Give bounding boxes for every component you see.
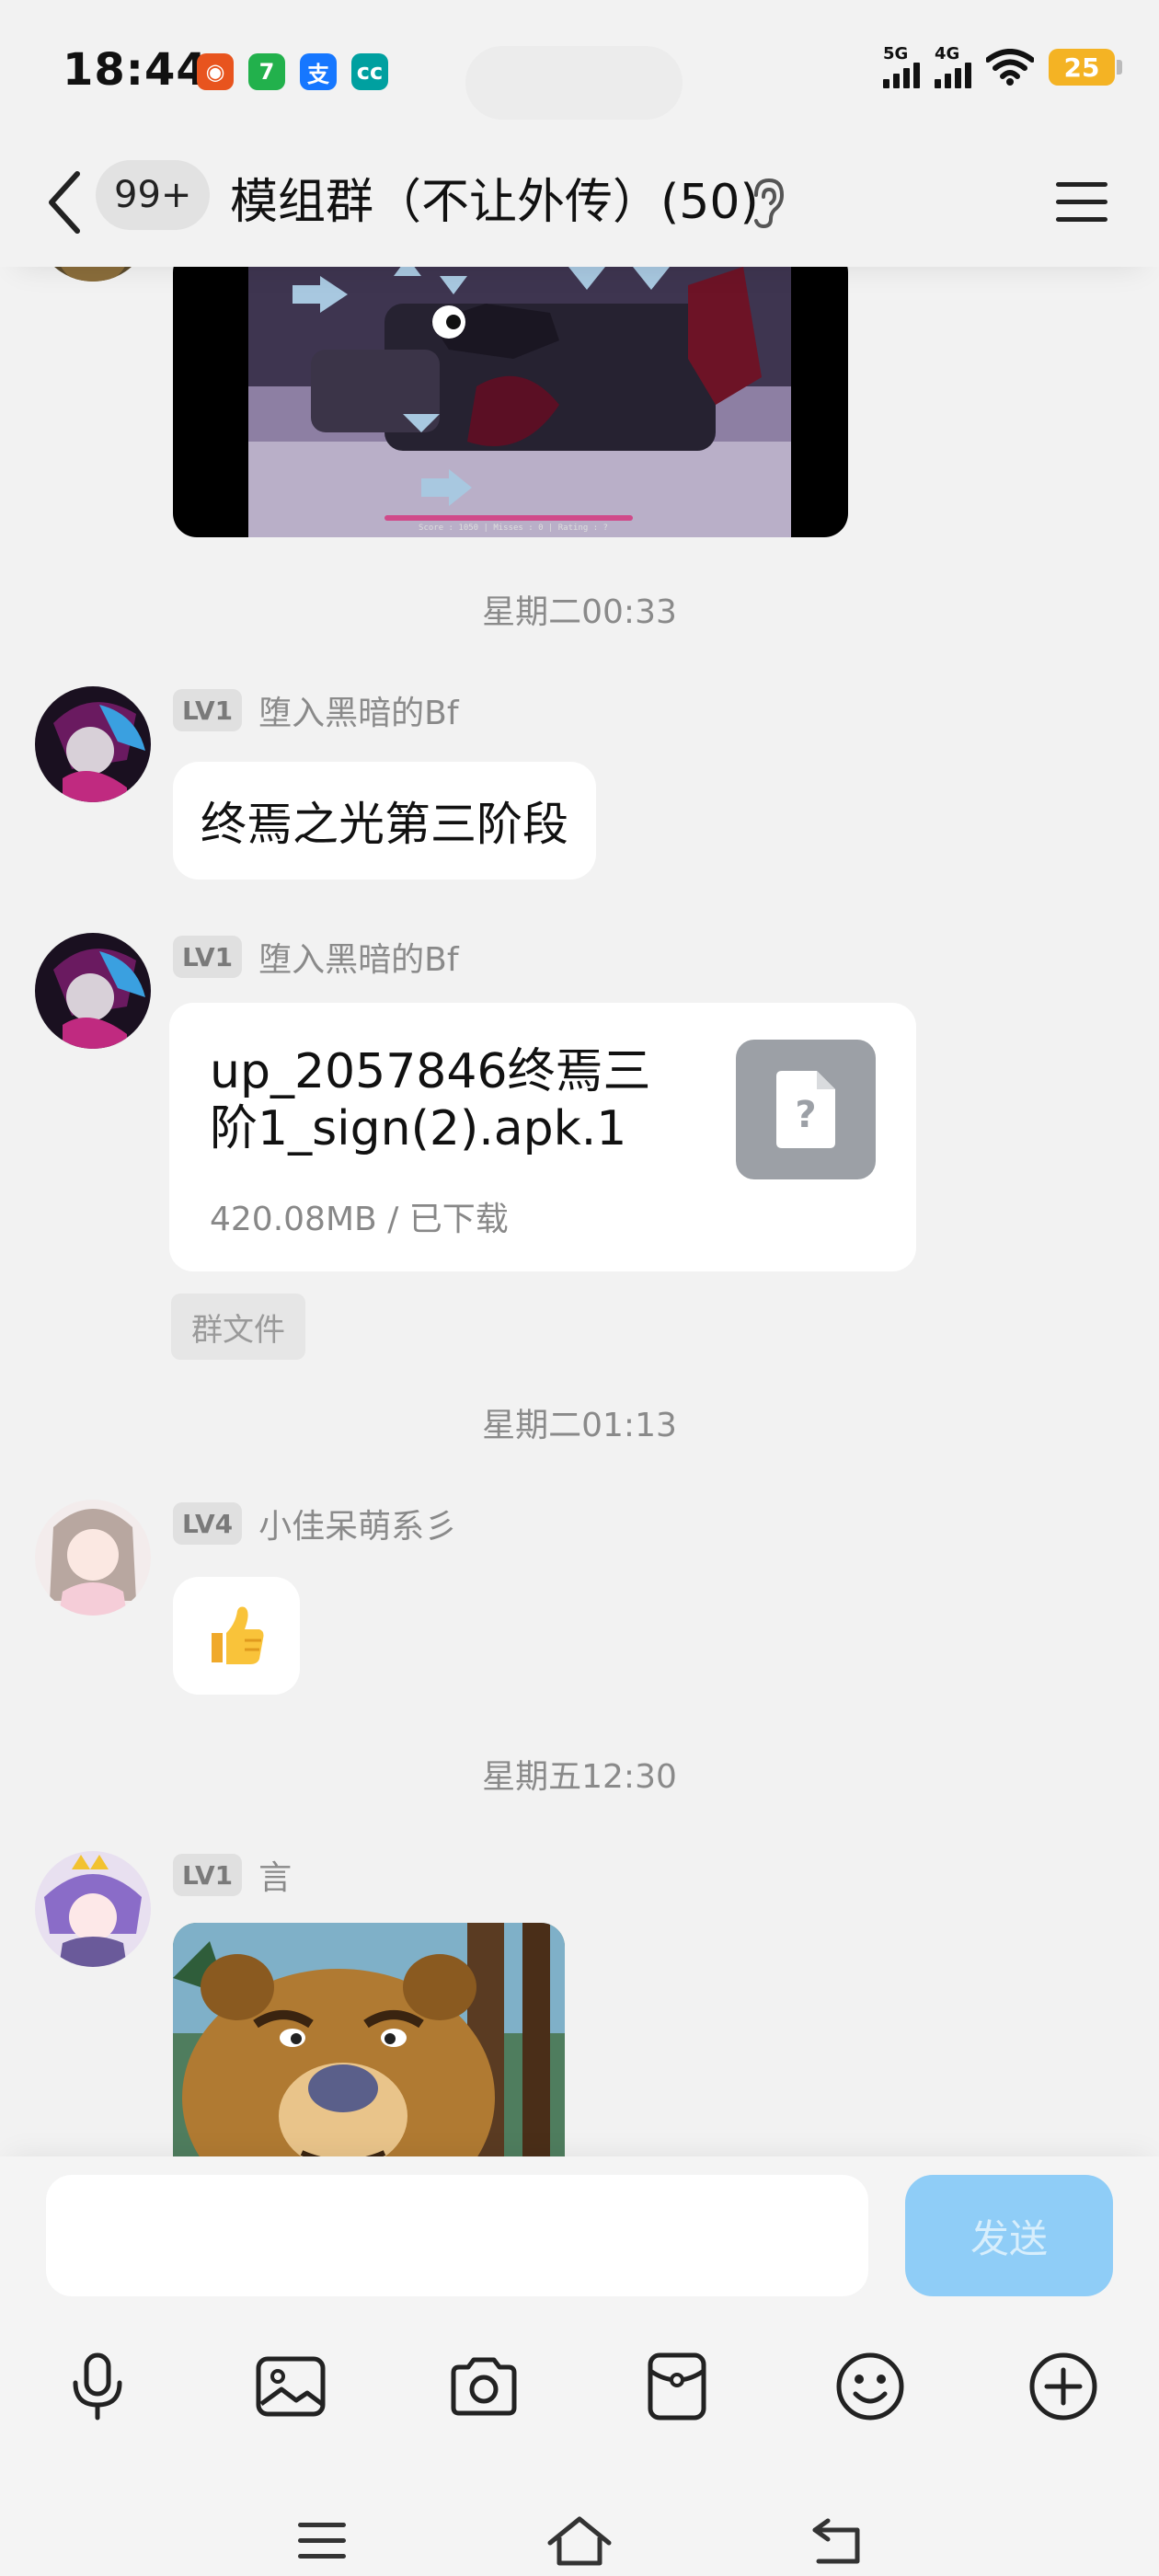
chevron-left-icon [49,171,80,234]
emoji-button[interactable] [824,2340,916,2432]
microphone-icon [73,2352,122,2421]
chat-header: 99+ 模组群（不让外传）(50) [0,138,1159,267]
camera-icon [451,2357,517,2416]
level-badge: LV1 [173,689,243,731]
message-list[interactable]: Score : 1050 | Misses : 0 | Rating : ? 星… [0,267,1159,2156]
battery-level: 25 [1063,52,1100,83]
voice-button[interactable] [52,2340,143,2432]
home-button[interactable] [534,2506,625,2576]
video-hud-text: Score : 1050 | Misses : 0 | Rating : ? [419,523,608,533]
time-separator: 星期二01:13 [482,1407,677,1444]
camera-pill [465,46,683,120]
status-bar: 18:44 ◉ 7 支 cc 5G 4G 25 [0,0,1159,138]
menu-button[interactable] [1045,166,1119,239]
send-button[interactable]: 发送 [905,2175,1113,2296]
back-button[interactable] [37,166,92,239]
message-meta: LV1 堕入黑暗的Bf [173,686,459,734]
image-message[interactable] [173,1923,565,2156]
time-separator: 星期二00:33 [482,593,677,631]
return-arrow-icon [812,2518,860,2564]
emoji-bubble[interactable]: 👍 [173,1577,300,1695]
signal-5g-icon: 5G [883,46,920,88]
red-packet-icon [648,2352,706,2421]
message-input[interactable] [46,2175,868,2296]
sender-name[interactable]: 言 [258,1851,292,1899]
sender-name[interactable]: 堕入黑暗的Bf [258,686,458,734]
clock: 18:44 [63,44,208,96]
text-bubble[interactable]: 终焉之光第三阶段 [173,762,596,880]
level-badge: LV1 [173,1854,243,1896]
recent-apps-button[interactable] [276,2506,368,2576]
cc-app-icon: cc [351,53,388,90]
video-thumbnail[interactable]: Score : 1050 | Misses : 0 | Rating : ? [173,267,848,537]
more-button[interactable] [1017,2340,1109,2432]
wifi-icon [986,49,1034,86]
system-nav-bar [0,2506,1159,2576]
level-badge: LV4 [173,1502,243,1545]
weibo-app-icon: ◉ [197,53,234,90]
game-screenshot-image: Score : 1050 | Misses : 0 | Rating : ? [248,267,791,537]
sender-name[interactable]: 小佳呆萌系彡 [258,1500,457,1547]
plus-circle-icon [1029,2352,1097,2421]
notification-app-icons: ◉ 7 支 cc [197,53,388,90]
group-files-tag[interactable]: 群文件 [171,1294,305,1360]
message-meta: LV4 小佳呆萌系彡 [173,1500,457,1547]
network-4g-label: 4G [935,44,960,63]
app-7-icon: 7 [248,53,285,90]
image-icon [256,2356,326,2417]
file-status: 已下载 [408,1201,509,1238]
unread-count-badge[interactable]: 99+ [96,160,211,230]
group-title[interactable]: 模组群（不让外传）(50) [230,166,759,239]
thumbs-up-icon [212,1606,264,1664]
alipay-app-icon: 支 [300,53,337,90]
battery-icon: 25 [1049,49,1122,86]
unknown-type-glyph: ? [795,1094,817,1136]
avatar[interactable] [35,933,151,1049]
file-size: 420.08MB [210,1201,377,1238]
smiley-icon [836,2352,904,2421]
time-separator: 星期五12:30 [482,1758,677,1796]
file-meta-separator: / [387,1201,409,1238]
sender-name[interactable]: 堕入黑暗的Bf [258,933,458,981]
signal-4g-icon: 4G [935,46,971,88]
avatar[interactable] [35,686,151,802]
gallery-button[interactable] [245,2340,337,2432]
avatar[interactable] [35,1500,151,1616]
system-icons: 5G 4G 25 [883,46,1122,88]
ear-icon[interactable] [747,175,787,230]
home-icon [547,2516,612,2566]
unknown-file-icon: ? [736,1040,876,1179]
back-nav-button[interactable] [791,2506,883,2576]
file-message-card[interactable]: up_2057846终焉三阶1_sign(2).apk.1 420.08MB /… [169,1003,916,1271]
camera-button[interactable] [438,2340,530,2432]
menu-lines-icon [298,2523,346,2559]
avatar[interactable] [35,267,151,282]
network-5g-label: 5G [883,44,909,63]
message-meta: LV1 堕入黑暗的Bf [173,933,459,981]
bear-cartoon-image [173,1923,565,2156]
file-name: up_2057846终焉三阶1_sign(2).apk.1 [210,1044,651,1156]
red-packet-button[interactable] [631,2340,723,2432]
level-badge: LV1 [173,936,243,978]
input-toolbar [0,2340,1159,2432]
file-meta: 420.08MB / 已下载 [210,1192,509,1240]
input-area: 发送 [0,2156,1159,2576]
message-meta: LV1 言 [173,1851,292,1899]
chat-screen: 18:44 ◉ 7 支 cc 5G 4G 25 99+ 模组群（不让外传）(50… [0,0,1159,2576]
hamburger-menu-icon [1056,182,1107,222]
avatar[interactable] [35,1851,151,1967]
